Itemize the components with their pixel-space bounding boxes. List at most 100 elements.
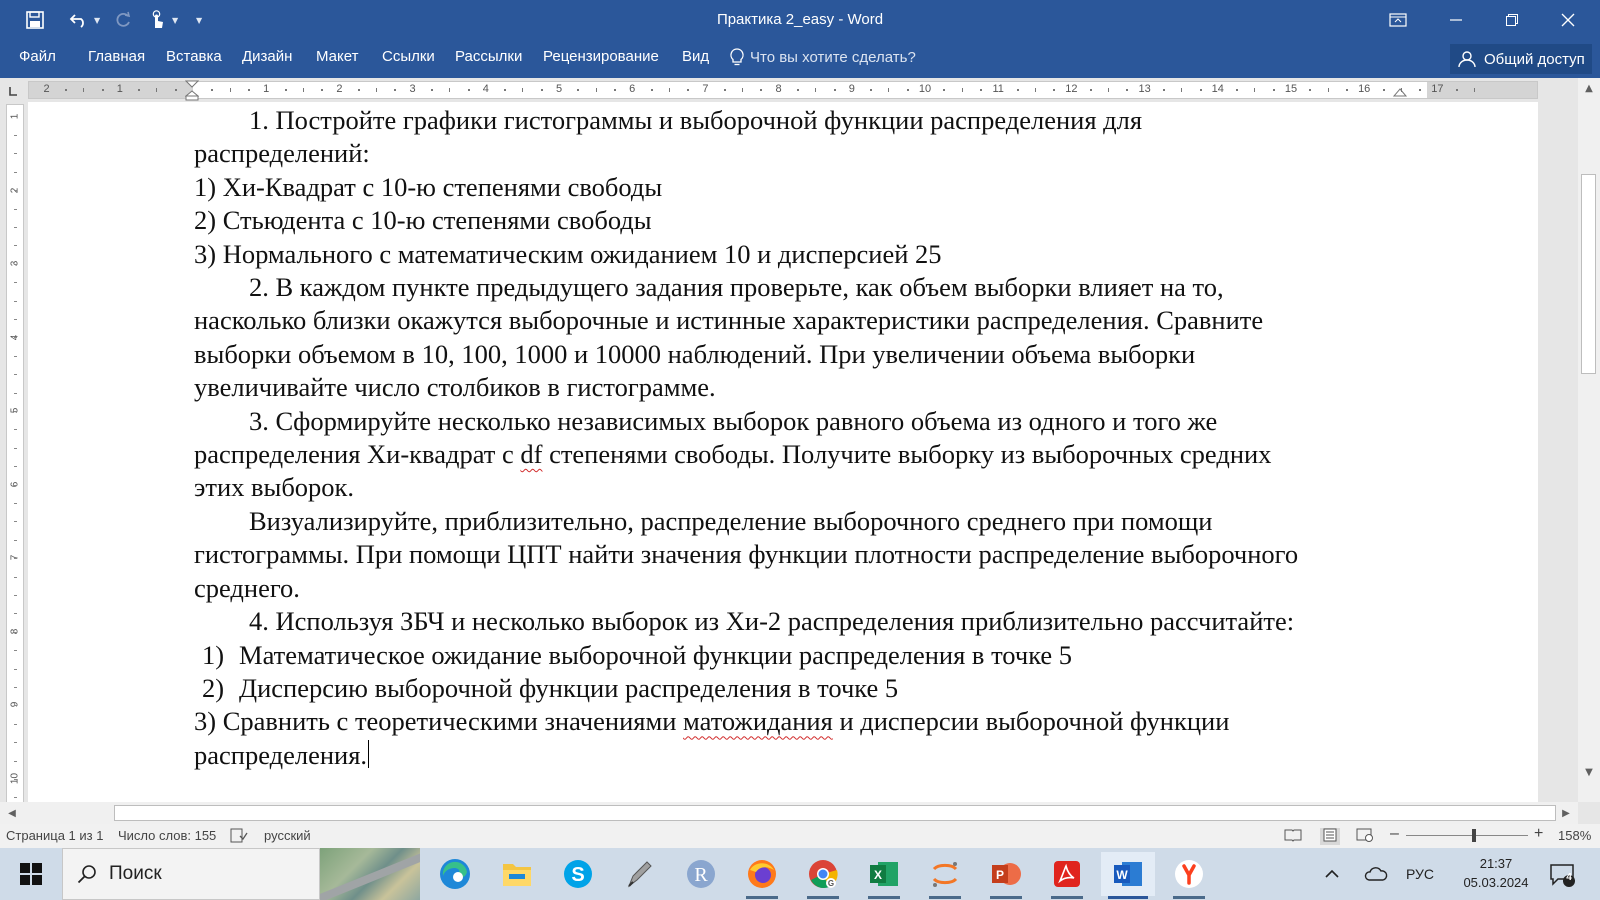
ruler-tick <box>760 89 763 91</box>
skype-icon[interactable]: S <box>551 852 605 896</box>
undo-button[interactable] <box>64 5 94 35</box>
ribbon-display-options-button[interactable] <box>1370 0 1426 40</box>
spelling-error[interactable]: df <box>520 439 542 469</box>
doc-line[interactable]: распределения. <box>194 739 1434 772</box>
tab-home[interactable]: Главная <box>88 48 145 65</box>
tab-references[interactable]: Ссылки <box>382 48 435 65</box>
doc-line[interactable]: 3. Сформируйте несколько независимых выб… <box>194 405 1434 438</box>
doc-line[interactable]: распределений: <box>194 137 1434 170</box>
minimize-button[interactable] <box>1428 0 1484 40</box>
vertical-ruler[interactable]: 12345678910 <box>6 104 24 804</box>
tab-view[interactable]: Вид <box>682 48 709 65</box>
scroll-down-button[interactable]: ▼ <box>1578 762 1600 782</box>
system-clock[interactable]: 21:37 05.03.2024 <box>1456 854 1536 892</box>
language-indicator[interactable]: русский <box>264 828 311 843</box>
word-icon[interactable]: W <box>1101 852 1155 899</box>
tell-me-box[interactable]: Что вы хотите сделать? <box>730 48 916 66</box>
ruler-number: 17 <box>1431 83 1444 95</box>
close-button[interactable] <box>1540 0 1596 40</box>
action-center-button[interactable]: 4 <box>1548 848 1576 900</box>
vertical-scroll-thumb[interactable] <box>1581 174 1596 374</box>
touch-dropdown-icon[interactable]: ▼ <box>172 16 182 25</box>
touch-mode-button[interactable] <box>142 5 172 35</box>
read-mode-icon[interactable] <box>1284 828 1302 845</box>
acrobat-icon[interactable] <box>1040 852 1094 899</box>
ruler-tick <box>522 88 524 92</box>
document-canvas[interactable]: 1. Постройте графики гистограммы и выбор… <box>28 102 1538 802</box>
customize-qat-icon[interactable]: ▼ <box>196 16 206 25</box>
doc-line[interactable]: гистограммы. При помощи ЦПТ найти значен… <box>194 538 1434 571</box>
zoom-slider[interactable] <box>1406 835 1528 836</box>
doc-line[interactable]: Визуализируйте, приблизительно, распреде… <box>194 505 1434 538</box>
restore-button[interactable] <box>1484 0 1540 40</box>
redo-icon <box>116 11 131 27</box>
page-count[interactable]: Страница 1 из 1 <box>6 828 103 843</box>
running-indicator <box>929 896 961 899</box>
zoom-out-button[interactable]: – <box>1390 825 1399 843</box>
tab-review[interactable]: Рецензирование <box>543 48 659 65</box>
redo-button[interactable] <box>108 5 138 35</box>
r-icon[interactable]: R <box>674 852 728 896</box>
web-layout-icon[interactable] <box>1356 828 1374 845</box>
doc-line[interactable]: этих выборок. <box>194 471 1434 504</box>
doc-line[interactable]: распределения Хи-квадрат с df степенями … <box>194 438 1434 471</box>
save-button[interactable] <box>20 5 50 35</box>
scroll-up-button[interactable]: ▲ <box>1578 78 1600 98</box>
zoom-level[interactable]: 158% <box>1558 828 1591 843</box>
doc-line[interactable]: увеличивайте число столбиков в гистограм… <box>194 371 1434 404</box>
edge-icon[interactable] <box>428 852 482 896</box>
scroll-right-button[interactable]: ▶ <box>1556 802 1576 824</box>
zoom-slider-thumb[interactable] <box>1472 829 1476 842</box>
spelling-error[interactable]: матожидания <box>683 706 833 736</box>
vertical-scrollbar[interactable]: ▲ ▼ <box>1578 78 1600 802</box>
doc-line[interactable]: 3) Нормального с математическим ожидание… <box>194 238 1434 271</box>
notification-count: 4 <box>1566 872 1572 883</box>
proofing-icon[interactable] <box>230 828 248 846</box>
doc-line[interactable]: 2) Стьюдента с 10-ю степенями свободы <box>194 204 1434 237</box>
horizontal-scroll-thumb[interactable] <box>114 805 1556 821</box>
doc-line[interactable]: среднего. <box>194 572 1434 605</box>
jupyter-icon[interactable] <box>918 852 972 899</box>
show-hidden-icons-button[interactable] <box>1324 848 1340 900</box>
doc-line[interactable]: 1) Хи-Квадрат с 10-ю степенями свободы <box>194 171 1434 204</box>
excel-icon[interactable]: X <box>857 852 911 899</box>
tab-mailings[interactable]: Рассылки <box>455 48 522 65</box>
tab-design[interactable]: Дизайн <box>242 48 292 65</box>
print-layout-icon[interactable] <box>1320 828 1340 845</box>
doc-list-item[interactable]: 1) Математическое ожидание выборочной фун… <box>194 639 1434 672</box>
tab-insert[interactable]: Вставка <box>166 48 222 65</box>
explorer-icon[interactable] <box>490 852 544 896</box>
document-body[interactable]: 1. Постройте графики гистограммы и выбор… <box>194 104 1434 772</box>
doc-line[interactable]: выборки объемом в 10, 100, 1000 и 10000 … <box>194 338 1434 371</box>
doc-line[interactable]: 3) Сравнить с теоретическими значениями … <box>194 705 1434 738</box>
yandex-icon[interactable] <box>1162 852 1216 899</box>
zoom-in-button[interactable]: + <box>1534 825 1543 843</box>
pen-icon[interactable] <box>612 852 666 896</box>
ruler-tick <box>1309 89 1312 91</box>
start-button[interactable] <box>6 848 56 900</box>
doc-line[interactable]: 4. Используя ЗБЧ и несколько выборок из … <box>194 605 1434 638</box>
doc-line[interactable]: 1. Постройте графики гистограммы и выбор… <box>194 104 1434 137</box>
onedrive-icon[interactable] <box>1364 848 1388 900</box>
horizontal-scrollbar[interactable]: ◀ ▶ <box>0 802 1578 824</box>
scroll-left-button[interactable]: ◀ <box>2 802 22 824</box>
firefox-icon[interactable] <box>735 852 789 899</box>
undo-dropdown-icon[interactable]: ▼ <box>94 16 104 25</box>
powerpoint-icon[interactable]: P <box>979 852 1033 899</box>
word-count[interactable]: Число слов: 155 <box>118 828 216 843</box>
indent-marker-icon[interactable] <box>185 80 199 102</box>
ruler-number: 1 <box>116 83 123 95</box>
ruler-tick <box>14 705 17 707</box>
tab-file[interactable]: Файл <box>19 48 56 65</box>
chrome-icon[interactable]: G <box>796 852 850 899</box>
share-button[interactable]: Общий доступ <box>1450 44 1592 74</box>
horizontal-ruler[interactable]: 2 1 1 2 3 4 5 6 7 8 9 10 11 12 13 14 15 16 17 <box>28 80 1538 102</box>
doc-list-item[interactable]: 2) Дисперсию выборочной функции распредел… <box>194 672 1434 705</box>
doc-line[interactable]: насколько близки окажутся выборочные и и… <box>194 304 1434 337</box>
taskbar-search[interactable]: Поиск <box>62 848 320 900</box>
doc-line[interactable]: 2. В каждом пункте предыдущего задания п… <box>194 271 1434 304</box>
search-highlight-image[interactable] <box>320 848 420 900</box>
input-language[interactable]: РУС <box>1406 848 1434 900</box>
tab-selector[interactable] <box>6 83 20 97</box>
tab-layout[interactable]: Макет <box>316 48 358 65</box>
